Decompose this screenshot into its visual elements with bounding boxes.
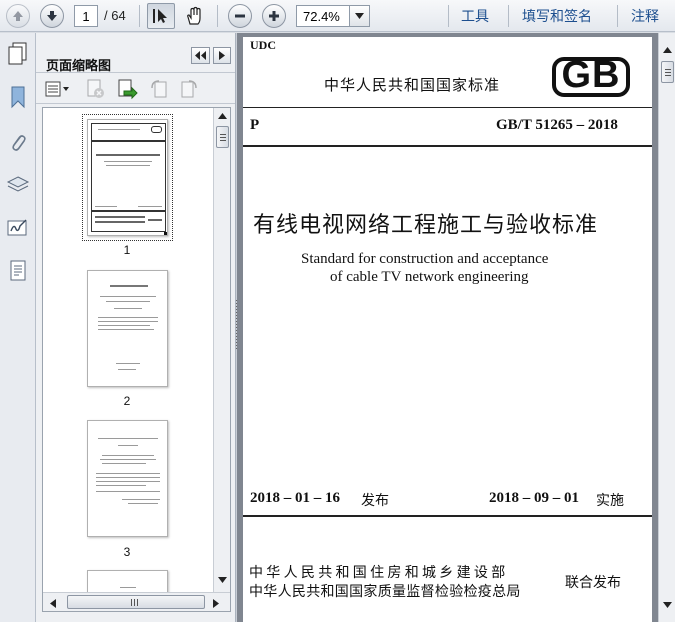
plus-icon	[269, 11, 279, 21]
zoom-in-button[interactable]	[262, 4, 286, 28]
panel-header: 页面缩略图	[36, 33, 237, 74]
toolbar-divider	[508, 5, 509, 27]
publisher-aqsiq: 中华人民共和国国家质量监督检验检疫总局	[249, 584, 521, 600]
scroll-down-arrow-icon[interactable]	[663, 602, 672, 608]
horizontal-scroll-thumb[interactable]	[67, 595, 205, 609]
paperclip-icon	[12, 135, 26, 151]
hand-icon	[187, 6, 201, 25]
scroll-up-arrow-icon[interactable]	[663, 47, 672, 53]
title-english-line2: of cable TV network engineering	[330, 269, 529, 285]
next-page-button[interactable]	[40, 4, 64, 28]
thumbnail-scroll-thumb[interactable]	[216, 126, 229, 148]
signature-icon	[7, 219, 27, 236]
document-page: UDC 中华人民共和国国家标准 GB P GB/T 51265 – 2018 有…	[243, 37, 652, 622]
rotate-clockwise-button[interactable]	[179, 78, 199, 104]
extract-page-button[interactable]	[116, 78, 138, 104]
bookmark-icon	[11, 86, 25, 109]
issue-label: 发布	[361, 493, 389, 509]
footer-rule	[243, 515, 652, 517]
page-thumbnail-1[interactable]	[87, 119, 168, 236]
toolbar-divider	[217, 5, 218, 27]
select-tool-button[interactable]	[147, 3, 175, 29]
scroll-down-arrow-icon[interactable]	[218, 577, 227, 583]
main-toolbar: 1 / 64 72.4% 工具 填写和签名 注释	[0, 0, 675, 32]
document-viewport: UDC 中华人民共和国国家标准 GB P GB/T 51265 – 2018 有…	[237, 33, 675, 622]
arrow-down-icon	[47, 11, 57, 21]
panel-title: 页面缩略图	[46, 59, 112, 74]
rotate-left-icon	[151, 80, 167, 98]
document-vertical-scrollbar[interactable]	[658, 33, 675, 622]
udc-label: UDC	[250, 38, 276, 52]
thumbnail-panel: 页面缩略图 1 2 3	[36, 33, 237, 622]
chevron-right-icon	[219, 51, 225, 60]
category-code: P	[250, 117, 260, 133]
collapse-panel-button[interactable]	[191, 47, 210, 64]
rotate-counterclockwise-button[interactable]	[149, 78, 169, 104]
layers-icon	[6, 176, 30, 192]
zoom-dropdown-button[interactable]	[349, 5, 370, 27]
thumbnail-number: 2	[123, 394, 131, 408]
thumbnail-number: 1	[123, 243, 131, 257]
zoom-level-input[interactable]: 72.4%	[296, 5, 350, 27]
effective-date: 2018 – 09 – 01	[489, 490, 579, 506]
comment-menu[interactable]: 注释	[631, 6, 659, 26]
toolbar-divider	[448, 5, 449, 27]
arrow-up-icon	[13, 11, 23, 21]
minus-icon	[235, 14, 245, 18]
panel-options-button[interactable]	[213, 47, 231, 64]
bookmarks-button[interactable]	[4, 83, 32, 111]
title-english-line1: Standard for construction and acceptance	[301, 251, 549, 267]
issue-date: 2018 – 01 – 16	[250, 490, 340, 506]
previous-page-button[interactable]	[6, 4, 30, 28]
tools-menu[interactable]: 工具	[461, 6, 489, 26]
gb-logo: GB	[552, 54, 630, 97]
delete-page-button[interactable]	[85, 78, 105, 104]
navigation-rail	[0, 33, 36, 622]
thumbnail-list: 1 2 3	[42, 107, 231, 612]
publisher-ministry: 中华人民共和国住房和城乡建设部	[249, 565, 509, 581]
standard-number: GB/T 51265 – 2018	[496, 117, 618, 133]
page-thumbnails-button[interactable]	[4, 40, 32, 68]
toolbar-divider	[617, 5, 618, 27]
double-chevron-left-icon	[195, 51, 206, 60]
thumbnail-number: 3	[123, 545, 131, 559]
attachments-button[interactable]	[4, 129, 32, 157]
document-lines-icon	[10, 260, 26, 281]
layers-button[interactable]	[4, 171, 32, 199]
scroll-up-arrow-icon[interactable]	[218, 113, 227, 119]
header-rule	[243, 145, 652, 147]
chevron-down-icon	[355, 13, 364, 19]
scroll-left-arrow-icon[interactable]	[50, 599, 56, 608]
hand-tool-button[interactable]	[180, 3, 208, 29]
cursor-arrow-icon	[153, 9, 167, 23]
page-export-icon	[118, 79, 138, 100]
thumbnail-logo	[151, 126, 162, 133]
page-total-label: / 64	[104, 8, 126, 23]
zoom-out-button[interactable]	[228, 4, 252, 28]
national-standard-heading: 中华人民共和国国家标准	[324, 76, 501, 94]
thumbnail-horizontal-scrollbar[interactable]	[43, 592, 230, 611]
scroll-right-arrow-icon[interactable]	[213, 599, 219, 608]
page-thumbnail-3[interactable]	[87, 420, 168, 537]
delete-page-icon	[87, 79, 104, 98]
thumbnail-options-button[interactable]	[44, 78, 72, 100]
signatures-button[interactable]	[4, 214, 32, 242]
rotate-right-icon	[181, 80, 197, 98]
joint-release-label: 联合发布	[565, 575, 621, 591]
effective-label: 实施	[596, 493, 624, 509]
top-rule	[243, 107, 652, 108]
thumbnail-vertical-scrollbar[interactable]	[213, 108, 230, 592]
list-options-icon	[45, 81, 69, 97]
page-number-input[interactable]: 1	[74, 5, 98, 27]
pages-icon	[8, 42, 27, 65]
document-scroll-thumb[interactable]	[661, 61, 674, 83]
thumbnail-toolbar	[36, 74, 237, 104]
content-button[interactable]	[4, 257, 32, 285]
title-chinese: 有线电视网络工程施工与验收标准	[253, 213, 599, 238]
fill-and-sign-menu[interactable]: 填写和签名	[522, 6, 592, 26]
page-thumbnail-2[interactable]	[87, 270, 168, 387]
toolbar-divider	[139, 5, 140, 27]
